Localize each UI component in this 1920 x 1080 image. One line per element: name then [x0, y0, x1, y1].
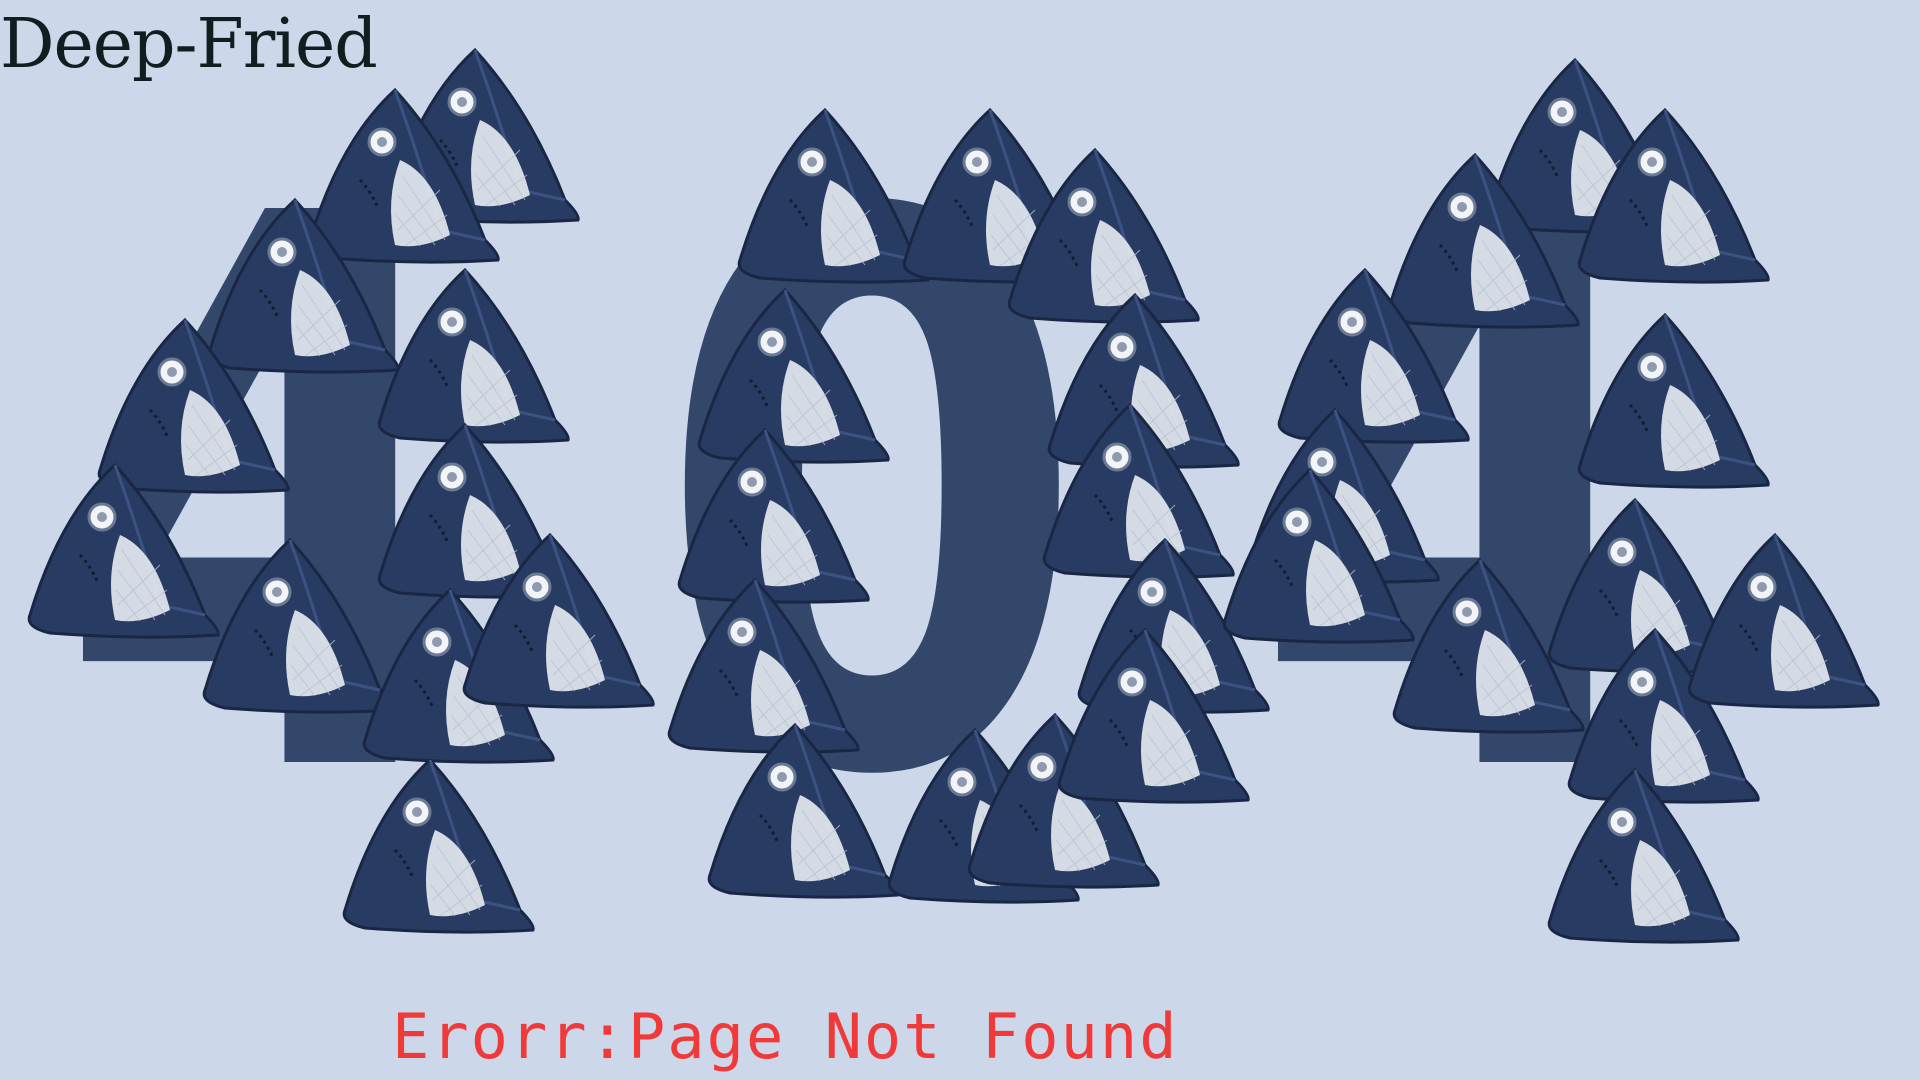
- face-mask-image: [20, 455, 220, 645]
- logo[interactable]: Deep-Fried: [0, 5, 378, 84]
- face-mask-image: [1570, 305, 1770, 495]
- face-mask-image: [1540, 760, 1740, 950]
- face-mask-image: [1385, 550, 1585, 740]
- error-message: Erorr:Page Not Found: [392, 1000, 1179, 1073]
- face-mask-image: [335, 750, 535, 940]
- face-mask-image: [1680, 525, 1880, 715]
- mask-collage: [0, 0, 1920, 1080]
- face-mask-image: [455, 525, 655, 715]
- face-mask-image: [700, 715, 900, 905]
- face-mask-image: [1570, 100, 1770, 290]
